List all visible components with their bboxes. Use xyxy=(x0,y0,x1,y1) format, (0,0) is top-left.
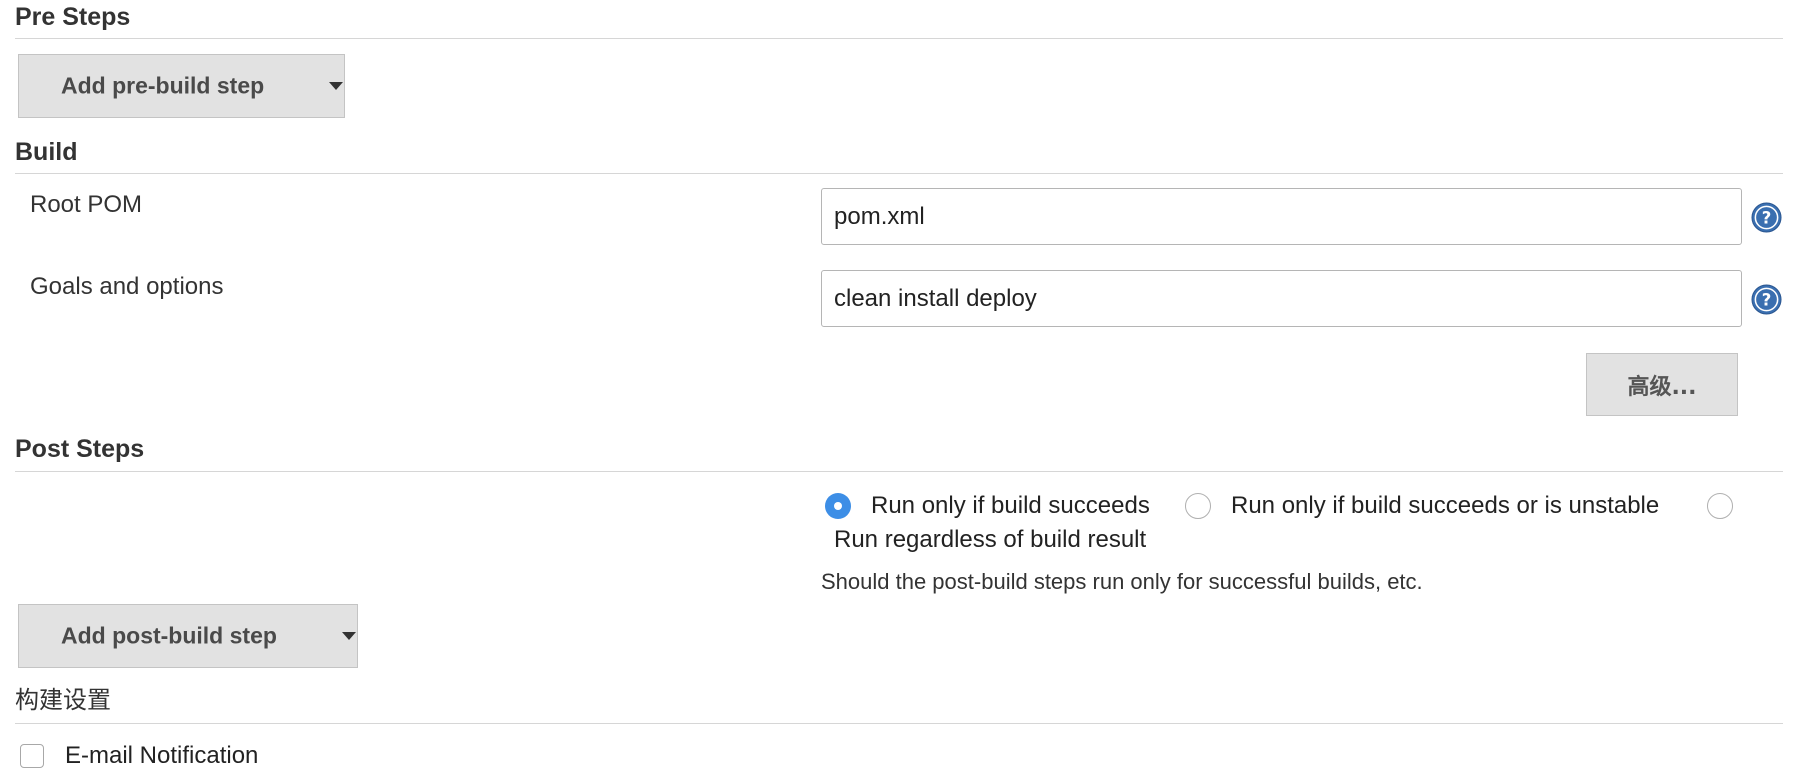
svg-text:?: ? xyxy=(1762,290,1772,309)
pre-steps-divider xyxy=(15,38,1783,39)
add-post-build-step-label: Add post-build step xyxy=(61,622,277,649)
post-steps-description: Should the post-build steps run only for… xyxy=(821,569,1423,594)
radio-run-regardless[interactable] xyxy=(1707,493,1733,519)
help-icon[interactable]: ? xyxy=(1751,284,1782,315)
radio-run-regardless-label[interactable]: Run regardless of build result xyxy=(834,526,1146,554)
build-title: Build xyxy=(15,138,78,166)
goals-and-options-label: Goals and options xyxy=(30,273,224,300)
help-icon[interactable]: ? xyxy=(1751,202,1782,233)
root-pom-label: Root POM xyxy=(30,191,143,218)
radio-run-if-succeeds-label[interactable]: Run only if build succeeds xyxy=(871,492,1150,520)
radio-run-if-succeeds[interactable] xyxy=(825,493,851,519)
add-pre-build-step-label: Add pre-build step xyxy=(61,72,265,99)
radio-run-if-succeeds-or-unstable[interactable] xyxy=(1185,493,1211,519)
email-notification-label[interactable]: E-mail Notification xyxy=(65,742,258,770)
pre-steps-title: Pre Steps xyxy=(15,3,131,31)
email-notification-checkbox[interactable] xyxy=(20,744,44,768)
post-steps-divider xyxy=(15,471,1783,472)
build-divider xyxy=(15,173,1783,174)
radio-run-if-succeeds-or-unstable-label[interactable]: Run only if build succeeds or is unstabl… xyxy=(1231,492,1659,520)
post-steps-title: Post Steps xyxy=(15,435,145,463)
build-settings-divider xyxy=(15,723,1783,724)
add-post-build-step-button[interactable]: Add post-build step xyxy=(18,604,358,668)
goals-and-options-input[interactable] xyxy=(821,270,1742,327)
chevron-down-icon xyxy=(342,632,356,640)
build-settings-title: 构建设置 xyxy=(15,686,111,714)
chevron-down-icon xyxy=(329,82,343,90)
advanced-button[interactable]: 高级... xyxy=(1586,353,1738,416)
add-pre-build-step-button[interactable]: Add pre-build step xyxy=(18,54,345,118)
svg-text:?: ? xyxy=(1762,208,1772,227)
root-pom-input[interactable] xyxy=(821,188,1742,245)
